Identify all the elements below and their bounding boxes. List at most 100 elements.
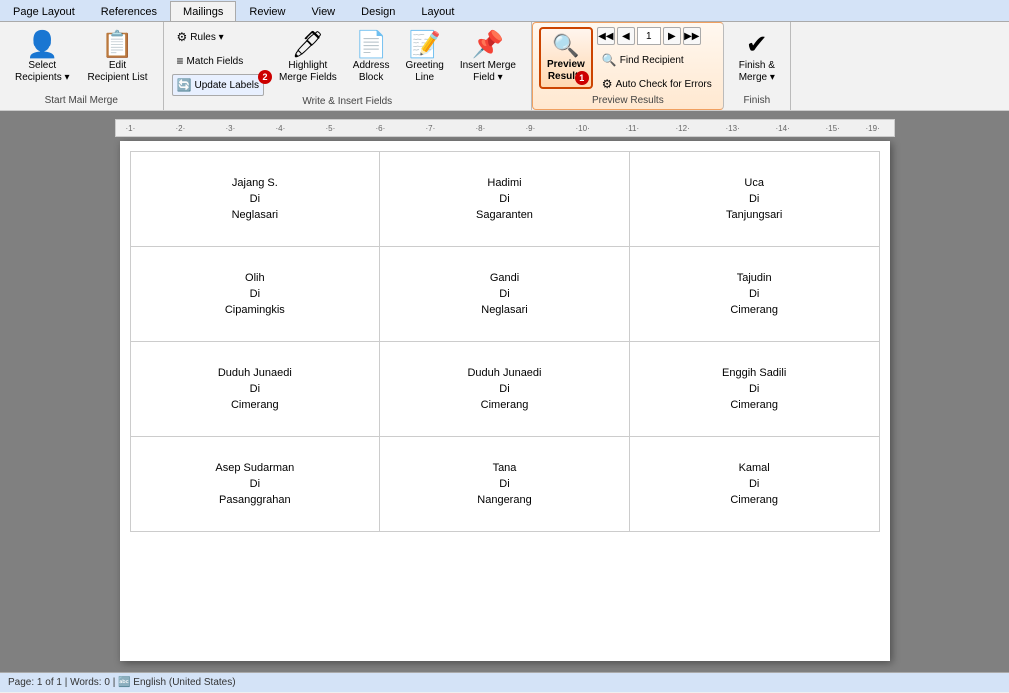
label-di: Di	[250, 288, 260, 300]
label-cell: Gandi Di Neglasari	[380, 247, 630, 342]
tab-references[interactable]: References	[88, 1, 170, 21]
label-name: Gandi	[490, 272, 519, 284]
label-place: Pasanggrahan	[219, 494, 291, 506]
highlight-merge-fields-button[interactable]: 🖊 HighlightMerge Fields	[272, 26, 344, 88]
label-cell: Asep Sudarman Di Pasanggrahan	[131, 437, 381, 532]
find-recipient-icon: 🔍	[602, 53, 617, 67]
last-record-button[interactable]: ▶▶	[683, 27, 701, 45]
find-recipient-button[interactable]: 🔍 Find Recipient	[597, 49, 717, 71]
record-number-input[interactable]	[637, 27, 661, 45]
label-cell: TanaDiNangerang	[380, 437, 630, 532]
label-di: Di	[749, 383, 759, 395]
group-finish: ✔ Finish &Merge ▾ Finish	[724, 22, 791, 110]
auto-check-icon: ⚙	[602, 77, 613, 91]
badge-2: 2	[258, 70, 272, 84]
auto-check-errors-button[interactable]: ⚙ Auto Check for Errors	[597, 73, 717, 95]
label-name: Olih	[245, 272, 265, 284]
preview-results-icon: 🔍	[552, 33, 579, 59]
label-name: Duduh Junaedi	[218, 367, 292, 379]
finish-merge-icon: ✔	[746, 31, 768, 57]
highlight-icon: 🖊	[291, 31, 324, 57]
label-di: Di	[749, 193, 759, 205]
label-di: Di	[499, 193, 509, 205]
tab-view[interactable]: View	[298, 1, 348, 21]
label-name: Jajang S.	[232, 177, 278, 189]
tab-mailings[interactable]: Mailings	[170, 1, 236, 21]
status-bar: Page: 1 of 1 | Words: 0 | 🔤 English (Uni…	[0, 672, 1009, 692]
update-labels-icon: 🔄	[177, 78, 192, 92]
group-start-label: Start Mail Merge	[8, 95, 155, 106]
update-labels-button[interactable]: 🔄 Update Labels	[172, 74, 264, 96]
label-di: Di	[250, 478, 260, 490]
select-recipients-icon: 👤	[26, 31, 58, 57]
label-di: Di	[250, 383, 260, 395]
label-cell: HadimiDiSagaranten	[380, 152, 630, 247]
label-di: Di	[749, 478, 759, 490]
select-recipients-button[interactable]: 👤 SelectRecipients ▾	[8, 26, 77, 88]
greeting-line-button[interactable]: 📝 GreetingLine	[398, 26, 450, 88]
label-place: Cimerang	[481, 399, 529, 411]
label-di: Di	[749, 288, 759, 300]
badge-1: 1	[575, 71, 589, 85]
label-place: Cimerang	[730, 304, 778, 316]
label-place: Tanjungsari	[726, 209, 782, 221]
label-grid: Jajang S.DiNeglasariHadimiDiSagarantenUc…	[130, 151, 880, 532]
tab-bar: Page Layout References Mailings Review V…	[0, 0, 1009, 22]
label-di: Di	[499, 288, 509, 300]
status-text: Page: 1 of 1 | Words: 0 | 🔤 English (Uni…	[8, 677, 236, 688]
tab-review[interactable]: Review	[236, 1, 298, 21]
label-place: Cimerang	[730, 494, 778, 506]
match-fields-icon: ≡	[177, 54, 184, 68]
label-name: Uca	[744, 177, 764, 189]
group-write-label: Write & Insert Fields	[172, 96, 523, 107]
match-fields-button[interactable]: ≡ Match Fields	[172, 50, 249, 72]
label-cell: Duduh Junaedi Di Cimerang	[131, 342, 381, 437]
label-place: Cipamingkis	[225, 304, 285, 316]
rules-button[interactable]: ⚙ Rules ▾	[172, 26, 229, 48]
label-place: Cimerang	[730, 399, 778, 411]
ribbon-section: 👤 SelectRecipients ▾ 📋 EditRecipient Lis…	[0, 22, 1009, 110]
prev-record-button[interactable]: ◀	[617, 27, 635, 45]
group-write-insert: ⚙ Rules ▾ ≡ Match Fields 🔄 Update	[164, 22, 532, 110]
preview-results-button[interactable]: 🔍 PreviewResults 1	[539, 27, 593, 89]
ribbon: 👤 SelectRecipients ▾ 📋 EditRecipient Lis…	[0, 22, 1009, 111]
label-name: Kamal	[739, 462, 770, 474]
rules-icon: ⚙	[177, 30, 188, 44]
label-cell: Olih Di Cipamingkis	[131, 247, 381, 342]
edit-recipient-list-button[interactable]: 📋 EditRecipient List	[81, 26, 155, 88]
finish-merge-button[interactable]: ✔ Finish &Merge ▾	[732, 26, 782, 88]
label-cell: Uca Di Tanjungsari	[630, 152, 880, 247]
insert-merge-field-icon: 📌	[472, 31, 504, 57]
label-name: Enggih Sadili	[722, 367, 786, 379]
label-cell: Enggih Sadili Di Cimerang	[630, 342, 880, 437]
label-place: Neglasari	[481, 304, 527, 316]
group-start-mail-merge: 👤 SelectRecipients ▾ 📋 EditRecipient Lis…	[0, 22, 164, 110]
label-cell: Tajudin Di Cimerang	[630, 247, 880, 342]
tab-layout[interactable]: Layout	[408, 1, 467, 21]
first-record-button[interactable]: ◀◀	[597, 27, 615, 45]
address-block-button[interactable]: 📄 AddressBlock	[346, 26, 397, 88]
label-place: Neglasari	[232, 209, 278, 221]
label-cell: Kamal Di Cimerang	[630, 437, 880, 532]
group-preview-results: 🔍 PreviewResults 1 ◀◀ ◀ ▶ ▶▶	[532, 22, 724, 110]
tab-page-layout[interactable]: Page Layout	[0, 1, 88, 21]
label-name: Tajudin	[737, 272, 772, 284]
label-name: Tana	[493, 462, 517, 474]
tab-design[interactable]: Design	[348, 1, 408, 21]
ruler: ·1· ·2· ·3· ·4· ·5· ·6· ·7· ·8· ·9· ·10·…	[115, 119, 895, 137]
document-page: Jajang S.DiNeglasariHadimiDiSagarantenUc…	[120, 141, 890, 661]
label-di: Di	[499, 478, 509, 490]
insert-merge-field-button[interactable]: 📌 Insert MergeField ▾	[453, 26, 523, 88]
next-record-button[interactable]: ▶	[663, 27, 681, 45]
group-finish-label: Finish	[732, 95, 782, 106]
group-preview-label: Preview Results	[539, 95, 717, 106]
label-name: Asep Sudarman	[215, 462, 294, 474]
edit-recipient-list-icon: 📋	[101, 31, 133, 57]
label-place: Cimerang	[231, 399, 279, 411]
label-name: Hadimi	[487, 177, 521, 189]
document-area: ·1· ·2· ·3· ·4· ·5· ·6· ·7· ·8· ·9· ·10·…	[0, 111, 1009, 672]
label-cell: Duduh JunaediDiCimerang	[380, 342, 630, 437]
greeting-line-icon: 📝	[408, 31, 440, 57]
address-block-icon: 📄	[355, 31, 387, 57]
record-navigation: ◀◀ ◀ ▶ ▶▶	[597, 27, 717, 45]
